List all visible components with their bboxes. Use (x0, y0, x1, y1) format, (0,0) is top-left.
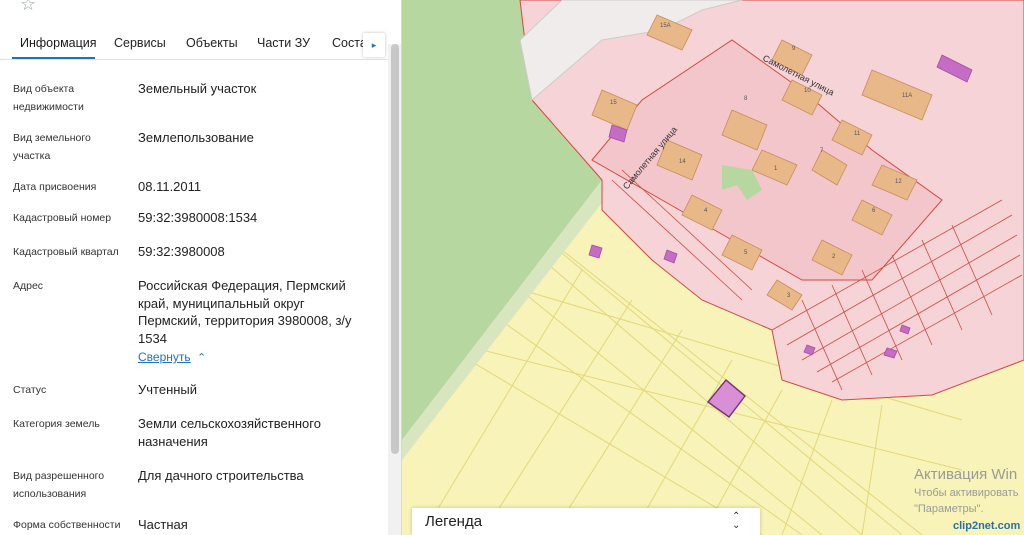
favorite-star-icon[interactable]: ☆ (20, 0, 36, 15)
legend-title: Легенда (425, 513, 483, 530)
tab-composition[interactable]: Соста (332, 36, 367, 50)
label-parcel-type: Вид земельного участка (13, 132, 91, 162)
collapse-address-link[interactable]: Свернуть (138, 350, 191, 364)
tab-bar: Информация Сервисы Объекты Части ЗУ Сост… (0, 30, 388, 60)
value-status: Учтенный (138, 382, 198, 397)
activation-watermark-title: Активация Win (914, 466, 1018, 483)
house-number: 15А (660, 23, 671, 29)
expand-collapse-icon[interactable]: ⌃ ⌄ (732, 512, 740, 531)
activation-watermark-line2: "Параметры". (914, 503, 984, 515)
tab-services[interactable]: Сервисы (114, 36, 166, 50)
chevron-up-icon[interactable]: ⌃ (197, 351, 206, 364)
value-object-type: Земельный участок (138, 81, 257, 96)
active-tab-indicator (12, 57, 95, 59)
tab-information[interactable]: Информация (20, 36, 97, 50)
house-number: 15 (610, 100, 617, 106)
value-cadastral-number: 59:32:3980008:1534 (138, 210, 258, 225)
value-assignment-date: 08.11.2011 (138, 179, 202, 194)
value-parcel-type: Землепользование (138, 130, 254, 145)
value-ownership-form: Частная (138, 517, 188, 532)
house-number: 14 (679, 159, 686, 165)
label-permitted-use: Вид разрешенного использования (13, 470, 105, 500)
value-cadastral-quarter: 59:32:3980008 (138, 244, 225, 259)
house-number: 11 (854, 131, 861, 137)
label-cadastral-quarter: Кадастровый квартал (13, 246, 119, 258)
label-object-type: Вид объекта недвижимости (13, 83, 84, 113)
panel-scrollbar-thumb[interactable] (391, 44, 399, 454)
label-ownership-form: Форма собственности (13, 519, 121, 531)
info-panel: ☆ Информация Сервисы Объекты Части ЗУ Со… (0, 0, 402, 535)
house-number: 10 (804, 88, 811, 94)
value-permitted-use: Для дачного строительства (138, 468, 304, 483)
tabs-scroll-right-icon[interactable]: ▸ (363, 33, 385, 57)
map-canvas[interactable]: Самолетная улица Самолетная улица 15А 15… (402, 0, 1024, 535)
label-cadastral-number: Кадастровый номер (13, 212, 112, 224)
legend-panel[interactable]: Легенда ⌃ ⌄ (412, 508, 760, 535)
clip2net-watermark: clip2net.com (953, 520, 1021, 532)
app-window: ☆ Информация Сервисы Объекты Части ЗУ Со… (0, 0, 1024, 535)
label-assignment-date: Дата присвоения (13, 181, 97, 193)
value-land-category: Земли сельскохозяйственного назначения (138, 416, 321, 449)
tab-parts[interactable]: Части ЗУ (257, 36, 310, 50)
house-number: 11А (902, 93, 912, 99)
house-number: 12 (895, 179, 902, 185)
label-status: Статус (13, 384, 47, 396)
value-address: Российская Федерация, Пермский край, мун… (138, 278, 352, 346)
activation-watermark-line1: Чтобы активировать (914, 487, 1019, 499)
label-land-category: Категория земель (13, 418, 100, 430)
cadastral-map[interactable]: Самолетная улица Самолетная улица 15А 15… (402, 0, 1024, 535)
tab-objects[interactable]: Объекты (186, 36, 238, 50)
label-address: Адрес (13, 280, 44, 292)
selected-parcel[interactable] (706, 379, 746, 418)
